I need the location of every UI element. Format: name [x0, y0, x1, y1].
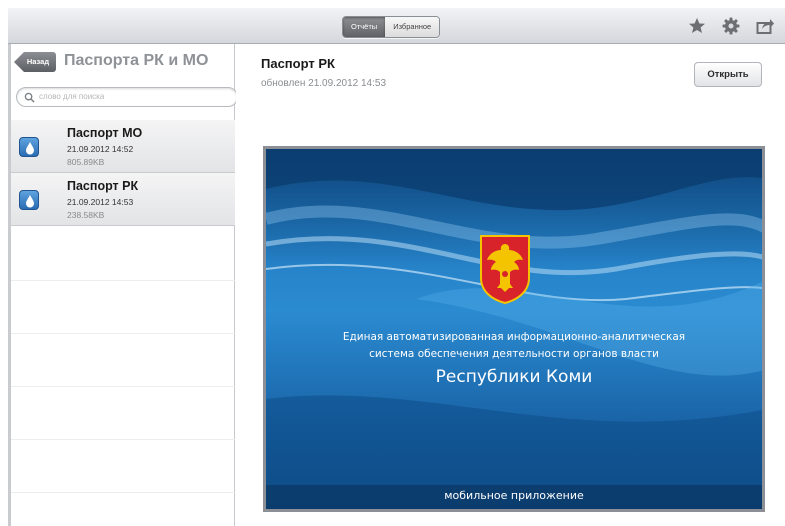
search-field[interactable]: слово для поиска [16, 87, 238, 107]
detail-pane: Паспорт РК обновлен 21.09.2012 14:53 Отк… [236, 44, 785, 526]
search-icon [24, 92, 35, 103]
share-icon[interactable] [755, 16, 775, 36]
item-name: Паспорт РК [67, 179, 139, 193]
search-placeholder: слово для поиска [39, 92, 105, 101]
komi-emblem-icon [480, 235, 530, 304]
document-title: Паспорт РК [261, 56, 335, 71]
tab-reports[interactable]: Отчёты [343, 17, 386, 37]
tab-favorites[interactable]: Избранное [385, 17, 440, 37]
empty-row-divider [11, 333, 235, 334]
empty-row-divider [11, 439, 235, 440]
star-icon[interactable] [687, 16, 707, 36]
empty-row-divider [11, 386, 235, 387]
empty-row-divider [11, 492, 235, 493]
sidebar-edge [8, 44, 11, 526]
document-updated: обновлен 21.09.2012 14:53 [261, 78, 387, 89]
document-icon [19, 190, 39, 210]
open-button[interactable]: Открыть [694, 62, 762, 87]
back-button[interactable]: Назад [14, 52, 56, 72]
sidebar: Назад Паспорта РК и МО слово для поиска … [8, 44, 238, 526]
item-name: Паспорт МО [67, 126, 143, 140]
list-item-passport-mo[interactable]: Паспорт МО 21.09.2012 14:52 805.89KB [11, 120, 235, 173]
document-cover-preview[interactable]: Единая автоматизированная информационно-… [263, 146, 765, 512]
toolbar-icons [687, 16, 775, 36]
item-date: 21.09.2012 14:52 [67, 144, 134, 154]
cover-text-line-2: система обеспечения деятельности органов… [369, 348, 659, 360]
item-size: 238.58KB [67, 210, 105, 220]
cover-text-line-1: Единая автоматизированная информационно-… [342, 331, 686, 343]
cover-footer: мобильное приложение [266, 485, 762, 509]
list-item-passport-rk[interactable]: Паспорт РК 21.09.2012 14:53 238.58KB [11, 173, 235, 226]
gear-icon[interactable] [721, 16, 741, 36]
item-size: 805.89KB [67, 157, 105, 167]
segmented-control: Отчёты Избранное [342, 16, 441, 38]
item-date: 21.09.2012 14:53 [67, 197, 134, 207]
top-toolbar: Отчёты Избранное [8, 8, 785, 44]
document-icon [19, 137, 39, 157]
cover-title: Республики Коми [435, 367, 593, 387]
sidebar-title: Паспорта РК и МО [64, 52, 209, 69]
empty-row-divider [11, 280, 235, 281]
